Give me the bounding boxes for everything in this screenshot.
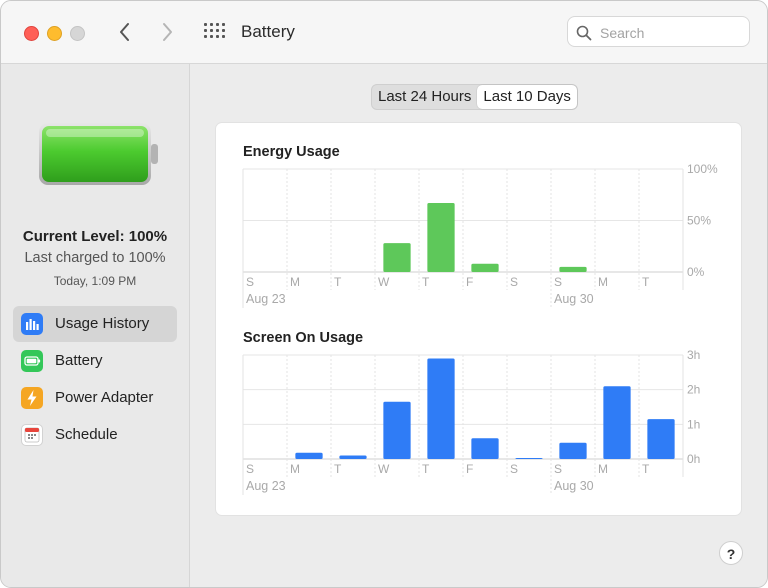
calendar-icon [21, 424, 43, 446]
screen-bar[interactable] [515, 457, 543, 459]
sidebar-item-battery[interactable]: Battery [13, 343, 177, 379]
close-button[interactable] [24, 26, 39, 41]
screen-y-tick-label: 2h [687, 383, 700, 397]
screen-x-tick-label: S [554, 462, 562, 476]
screen-bar[interactable] [559, 442, 587, 459]
screen-x-tick-label: M [290, 462, 300, 476]
charged-time-label: Today, 1:09 PM [53, 274, 137, 288]
screen-x-tick-label: T [422, 462, 430, 476]
screen-date-label: Aug 30 [554, 479, 594, 493]
current-level-label: Current Level: 100% [22, 228, 168, 245]
sidebar: Current Level: 100% Last charged to 100%… [1, 64, 190, 587]
sidebar-item-power-adapter[interactable]: Power Adapter [13, 380, 177, 416]
sidebar-item-label: Power Adapter [55, 389, 154, 406]
screen-y-tick-label: 0h [687, 452, 700, 466]
last-charged-label: Last charged to 100% [24, 250, 166, 266]
search-input[interactable] [598, 22, 747, 44]
lightning-icon [21, 387, 43, 409]
sidebar-item-usage-history[interactable]: Usage History [13, 306, 177, 342]
battery-icon [21, 350, 43, 372]
screen-bar[interactable] [603, 386, 631, 459]
screen-bar[interactable] [339, 455, 367, 459]
title-bar: Battery [1, 1, 767, 64]
screen-date-label: Aug 23 [246, 479, 286, 493]
minimize-button[interactable] [47, 26, 62, 41]
screen-x-tick-label: S [510, 462, 518, 476]
screen-y-tick-label: 3h [687, 348, 700, 362]
screen-y-tick-label: 1h [687, 417, 700, 431]
sidebar-item-schedule[interactable]: Schedule [13, 417, 177, 453]
screen-x-tick-label: T [642, 462, 650, 476]
back-button[interactable] [112, 19, 138, 45]
show-all-grid-icon[interactable] [204, 23, 225, 41]
screen-x-tick-label: F [466, 462, 473, 476]
sidebar-item-label: Usage History [55, 315, 150, 332]
screen-x-tick-label: T [334, 462, 342, 476]
screen-on-usage-chart: 3h 2h 1h 0h S M T W T F S S M T Aug 23 Aug 30 [242, 348, 700, 495]
sidebar-item-label: Battery [55, 352, 103, 369]
battery-level-icon [39, 123, 158, 185]
tab-last-24-hours[interactable]: Last 24 Hours [372, 85, 477, 109]
help-button[interactable]: ? [719, 541, 743, 565]
battery-preferences-window: Battery Search Current Level: 100% Last … [0, 0, 768, 588]
search-field[interactable] [567, 16, 750, 47]
sidebar-item-label: Schedule [55, 426, 118, 443]
usage-history-panel: Energy Usage Screen On Usage 100% 50% 0% S M… [215, 122, 742, 516]
screen-bar[interactable] [295, 452, 323, 459]
screen-bar[interactable] [427, 358, 455, 459]
screen-bar[interactable] [471, 438, 499, 459]
chevron-right-icon [163, 23, 172, 41]
chevron-left-icon [120, 23, 129, 41]
window-title: Battery [241, 22, 295, 41]
screen-x-tick-label: W [378, 462, 390, 476]
forward-button[interactable] [154, 19, 180, 45]
screen-x-tick-label: M [598, 462, 608, 476]
zoom-button[interactable] [70, 26, 85, 41]
screen-bar[interactable] [383, 401, 411, 459]
screen-bar[interactable] [647, 419, 675, 459]
bar-chart-icon [21, 313, 43, 335]
tab-last-10-days[interactable]: Last 10 Days [477, 85, 577, 109]
screen-x-tick-label: S [246, 462, 254, 476]
search-icon [576, 25, 592, 41]
time-range-segmented-control[interactable]: Last 24 Hours Last 10 Days [371, 84, 578, 110]
